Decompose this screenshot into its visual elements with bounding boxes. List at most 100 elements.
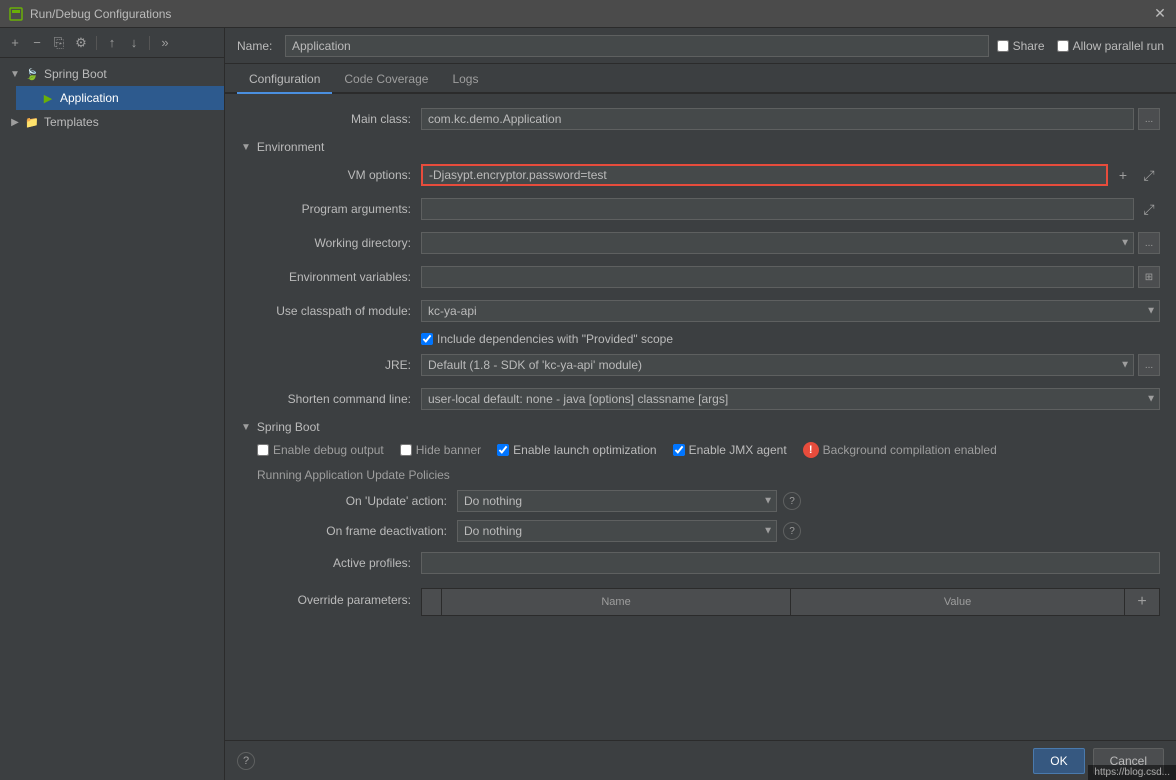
- application-label: Application: [60, 91, 119, 105]
- share-checkbox[interactable]: [997, 40, 1009, 52]
- program-args-input[interactable]: [421, 198, 1134, 220]
- remove-config-button[interactable]: −: [28, 34, 46, 52]
- add-col-header: +: [1125, 589, 1160, 616]
- jre-label: JRE:: [241, 358, 421, 372]
- launch-optimization-label[interactable]: Enable launch optimization: [497, 443, 656, 457]
- main-class-wrap: ...: [421, 108, 1160, 130]
- tab-logs[interactable]: Logs: [440, 68, 490, 94]
- environment-title: Environment: [257, 140, 324, 154]
- classpath-row: Use classpath of module: kc-ya-api ▼: [241, 298, 1160, 324]
- main-class-browse-btn[interactable]: ...: [1138, 108, 1160, 130]
- include-deps-row: Include dependencies with "Provided" sco…: [421, 332, 1160, 346]
- tab-code-coverage[interactable]: Code Coverage: [332, 68, 440, 94]
- classpath-select-wrap: kc-ya-api ▼: [421, 300, 1160, 322]
- move-down-button[interactable]: ↓: [125, 34, 143, 52]
- parallel-checkbox[interactable]: [1057, 40, 1069, 52]
- on-frame-label: On frame deactivation:: [257, 524, 457, 538]
- working-dir-input[interactable]: [421, 232, 1134, 254]
- vm-options-input[interactable]: [421, 164, 1108, 186]
- shorten-cmd-select[interactable]: user-local default: none - java [options…: [421, 388, 1160, 410]
- templates-icon: 📁: [24, 114, 40, 130]
- parallel-checkbox-label[interactable]: Allow parallel run: [1057, 39, 1164, 53]
- vm-options-maximize-btn[interactable]: ⤢: [1138, 164, 1160, 186]
- ok-button[interactable]: OK: [1033, 748, 1084, 774]
- share-checkbox-label[interactable]: Share: [997, 39, 1045, 53]
- debug-output-label[interactable]: Enable debug output: [257, 443, 384, 457]
- update-policies-title: Running Application Update Policies: [257, 468, 1160, 482]
- jmx-agent-checkbox[interactable]: [673, 444, 685, 456]
- hide-banner-checkbox[interactable]: [400, 444, 412, 456]
- jre-row: JRE: Default (1.8 - SDK of 'kc-ya-api' m…: [241, 352, 1160, 378]
- vm-options-wrap: + ⤢: [421, 164, 1160, 186]
- move-up-button[interactable]: ↑: [103, 34, 121, 52]
- environment-section-header: ▼ Environment: [241, 140, 1160, 154]
- on-update-help-btn[interactable]: ?: [783, 492, 801, 510]
- working-dir-row: Working directory: ▼ ...: [241, 230, 1160, 256]
- sidebar-item-application[interactable]: ▶ Application: [16, 86, 224, 110]
- working-dir-browse-btn[interactable]: ...: [1138, 232, 1160, 254]
- spring-section-toggle[interactable]: ▼: [241, 422, 251, 433]
- name-label: Name:: [237, 39, 277, 53]
- jmx-agent-label[interactable]: Enable JMX agent: [673, 443, 787, 457]
- tab-configuration[interactable]: Configuration: [237, 68, 332, 94]
- include-deps-label[interactable]: Include dependencies with "Provided" sco…: [421, 332, 673, 346]
- on-frame-select[interactable]: Do nothing Update classes and resources …: [457, 520, 777, 542]
- add-config-button[interactable]: +: [6, 34, 24, 52]
- jre-select[interactable]: Default (1.8 - SDK of 'kc-ya-api' module…: [421, 354, 1134, 376]
- jre-browse-btn[interactable]: ...: [1138, 354, 1160, 376]
- env-vars-input[interactable]: [421, 266, 1134, 288]
- watermark: https://blog.csd...: [1088, 765, 1176, 780]
- value-col-header: Value: [791, 589, 1125, 616]
- settings-button[interactable]: ⚙: [72, 34, 90, 52]
- program-args-wrap: ⤢: [421, 198, 1160, 220]
- templates-expand-icon: ▶: [8, 115, 22, 129]
- working-dir-wrap: ▼ ...: [421, 232, 1160, 254]
- program-args-row: Program arguments: ⤢: [241, 196, 1160, 222]
- launch-optimization-checkbox[interactable]: [497, 444, 509, 456]
- env-vars-row: Environment variables: ⊞: [241, 264, 1160, 290]
- override-params-label: Override parameters:: [241, 593, 421, 607]
- active-profiles-input[interactable]: [421, 552, 1160, 574]
- sidebar-item-spring-boot[interactable]: ▼ 🍃 Spring Boot: [0, 62, 224, 86]
- spring-boot-label: Spring Boot: [44, 67, 107, 81]
- on-frame-help-btn[interactable]: ?: [783, 522, 801, 540]
- add-param-btn[interactable]: +: [1133, 593, 1151, 611]
- background-compilation-label: Background compilation enabled: [823, 443, 997, 457]
- templates-label: Templates: [44, 115, 99, 129]
- on-update-row: On 'Update' action: Do nothing Update cl…: [257, 490, 1160, 512]
- override-params-wrap: Name Value +: [421, 584, 1160, 616]
- environment-toggle[interactable]: ▼: [241, 142, 251, 153]
- main-class-row: Main class: ...: [241, 106, 1160, 132]
- env-vars-browse-btn[interactable]: ⊞: [1138, 266, 1160, 288]
- content-area: Main class: ... ▼ Environment VM options…: [225, 94, 1176, 740]
- working-dir-select-wrap: ▼: [421, 232, 1134, 254]
- shorten-cmd-select-wrap: user-local default: none - java [options…: [421, 388, 1160, 410]
- more-button[interactable]: »: [156, 34, 174, 52]
- on-update-select[interactable]: Do nothing Update classes and resources …: [457, 490, 777, 512]
- classpath-select[interactable]: kc-ya-api: [421, 300, 1160, 322]
- right-panel: Name: Share Allow parallel run Configura…: [225, 28, 1176, 780]
- sidebar-item-templates[interactable]: ▶ 📁 Templates: [0, 110, 224, 134]
- shorten-cmd-row: Shorten command line: user-local default…: [241, 386, 1160, 412]
- leaf-expand: [24, 91, 38, 105]
- name-input[interactable]: [285, 35, 989, 57]
- hide-banner-label[interactable]: Hide banner: [400, 443, 481, 457]
- title-bar: Run/Debug Configurations ✕: [0, 0, 1176, 28]
- classpath-label: Use classpath of module:: [241, 304, 421, 318]
- program-args-expand-btn[interactable]: ⤢: [1138, 198, 1160, 220]
- on-frame-row: On frame deactivation: Do nothing Update…: [257, 520, 1160, 542]
- debug-output-checkbox[interactable]: [257, 444, 269, 456]
- vm-options-expand-btn[interactable]: +: [1112, 164, 1134, 186]
- vm-options-container: [421, 164, 1108, 186]
- copy-config-button[interactable]: ⎘: [50, 34, 68, 52]
- warning-icon: !: [803, 442, 819, 458]
- on-update-label: On 'Update' action:: [257, 494, 457, 508]
- close-button[interactable]: ✕: [1152, 6, 1168, 22]
- vm-options-row: VM options: + ⤢: [241, 162, 1160, 188]
- working-dir-label: Working directory:: [241, 236, 421, 250]
- sidebar-toolbar: + − ⎘ ⚙ ↑ ↓ »: [0, 28, 224, 58]
- help-button[interactable]: ?: [237, 752, 255, 770]
- main-class-input[interactable]: [421, 108, 1134, 130]
- include-deps-checkbox[interactable]: [421, 333, 433, 345]
- shorten-cmd-label: Shorten command line:: [241, 392, 421, 406]
